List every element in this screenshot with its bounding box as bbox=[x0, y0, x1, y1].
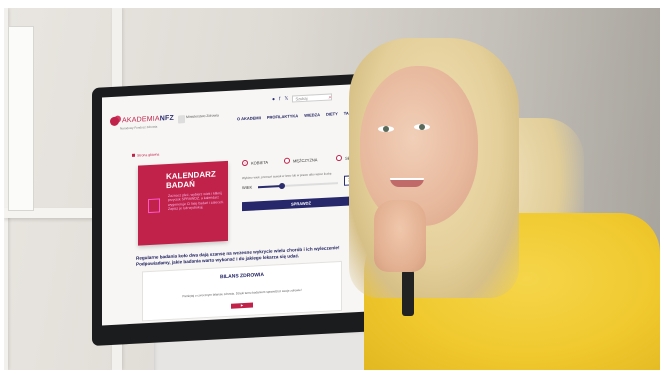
nav-item-profilaktyka[interactable]: PROFILAKTYKA bbox=[267, 113, 298, 120]
nav-item-diety[interactable]: DIETY bbox=[326, 111, 338, 117]
search-icon[interactable]: ⌕ bbox=[329, 94, 332, 100]
left-eye bbox=[378, 126, 394, 132]
logo-mark-icon bbox=[110, 116, 119, 127]
monitor: ● f 𝕏 Szukaj ⌕ AKADEMIANFZ Narodowy Fund… bbox=[92, 72, 386, 347]
main-nav: O AKADEMII PROFILAKTYKA WIEDZA DIETY TAL… bbox=[237, 110, 362, 122]
bilans-section: BILANS ZDROWIA Pamiętaj o corocznym bila… bbox=[142, 260, 342, 322]
gender-option-female[interactable]: KOBIETA bbox=[242, 159, 269, 167]
wristwatch bbox=[402, 270, 414, 316]
breadcrumb[interactable]: Strona główna bbox=[132, 152, 159, 157]
instagram-icon[interactable]: ● bbox=[272, 96, 275, 102]
x-icon[interactable]: 𝕏 bbox=[284, 96, 288, 102]
gender-label-female: KOBIETA bbox=[251, 159, 269, 166]
search-placeholder: Szukaj bbox=[295, 95, 308, 101]
logo-text: AKADEMIANFZ bbox=[122, 114, 174, 125]
bilans-title: BILANS ZDROWIA bbox=[220, 271, 264, 281]
site-logo[interactable]: AKADEMIANFZ bbox=[110, 114, 174, 127]
hand-under-chin bbox=[374, 200, 426, 272]
age-slider[interactable] bbox=[258, 182, 338, 190]
radio-male[interactable] bbox=[284, 157, 290, 164]
calendar-icon bbox=[148, 198, 160, 214]
calendar-promo: KALENDARZ BADAŃ Zaznacz płeć, wybierz wi… bbox=[138, 160, 228, 246]
nav-item-o-akademii[interactable]: O AKADEMII bbox=[237, 115, 261, 121]
ministry-logo: Ministerstwo Zdrowia bbox=[186, 113, 219, 120]
check-button[interactable]: SPRAWDŹ bbox=[242, 195, 360, 212]
age-label: WIEK bbox=[242, 184, 253, 191]
age-hint: Wybierz wiek, przesuń suwak w lewo lub w… bbox=[242, 171, 332, 181]
smile bbox=[390, 178, 424, 187]
photo: ● f 𝕏 Szukaj ⌕ AKADEMIANFZ Narodowy Fund… bbox=[4, 8, 660, 370]
facebook-icon[interactable]: f bbox=[279, 96, 280, 102]
monitor-screen: ● f 𝕏 Szukaj ⌕ AKADEMIANFZ Narodowy Fund… bbox=[102, 83, 378, 326]
bilans-button[interactable]: ▶ bbox=[231, 302, 253, 309]
gender-label-male: MĘŻCZYZNA bbox=[293, 156, 318, 163]
ministry-emblem-icon bbox=[178, 115, 185, 124]
face bbox=[360, 66, 478, 226]
right-eye bbox=[414, 124, 430, 130]
nav-item-wiedza[interactable]: WIEDZA bbox=[304, 112, 320, 118]
promo-text: Zaznacz płeć, wybierz wiek i kliknij prz… bbox=[168, 191, 224, 212]
logo-subtitle: Narodowy Fundusz Zdrowia bbox=[120, 124, 158, 131]
gender-option-male[interactable]: MĘŻCZYZNA bbox=[284, 156, 317, 164]
binder bbox=[8, 26, 34, 211]
radio-female[interactable] bbox=[242, 159, 248, 167]
radio-senior[interactable] bbox=[336, 154, 342, 162]
bilans-text: Pamiętaj o corocznym bilansie zdrowia. D… bbox=[182, 288, 302, 299]
promo-title: KALENDARZ BADAŃ bbox=[166, 169, 216, 191]
site-search-input[interactable]: Szukaj ⌕ bbox=[292, 92, 333, 102]
age-slider-thumb[interactable] bbox=[279, 182, 285, 190]
